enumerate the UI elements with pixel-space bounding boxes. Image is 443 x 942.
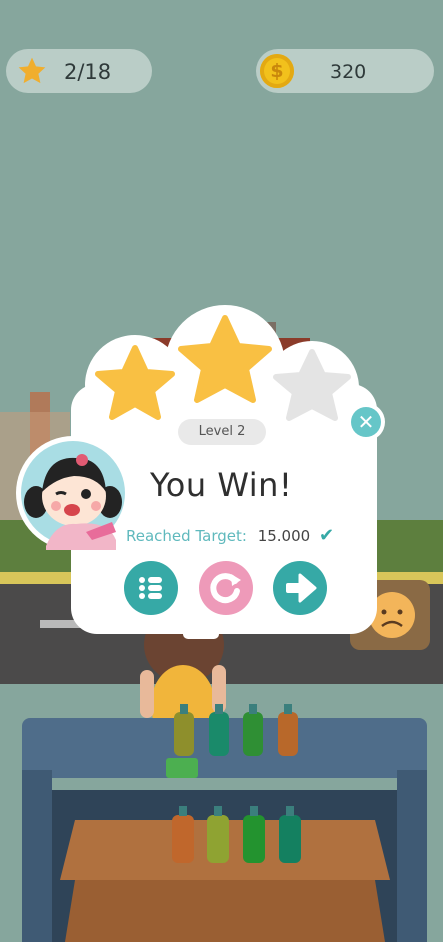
reached-target-row: Reached Target: 15.000 ✔	[126, 525, 334, 546]
avatar	[16, 436, 130, 550]
money-stack	[166, 758, 198, 778]
replay-icon	[210, 573, 241, 604]
dollar-sign: $	[270, 60, 284, 82]
stars-count-text: 2/18	[64, 60, 112, 84]
arrow-right-icon	[286, 573, 317, 603]
target-value: 15.000	[257, 527, 311, 545]
level-label: Level 2	[178, 419, 266, 445]
coins-count-text: 320	[330, 61, 367, 83]
check-icon: ✔	[318, 525, 335, 546]
star-icon	[18, 57, 46, 84]
dollar-coin-icon: $	[260, 54, 294, 88]
close-icon: ✕	[351, 407, 381, 437]
list-icon	[139, 577, 162, 599]
close-button[interactable]: ✕	[347, 403, 385, 441]
level-list-button[interactable]	[124, 561, 178, 615]
next-button[interactable]	[273, 561, 327, 615]
target-label: Reached Target:	[126, 527, 247, 545]
win-title: You Win!	[150, 466, 293, 504]
replay-button[interactable]	[199, 561, 253, 615]
rating-stars	[85, 305, 359, 425]
